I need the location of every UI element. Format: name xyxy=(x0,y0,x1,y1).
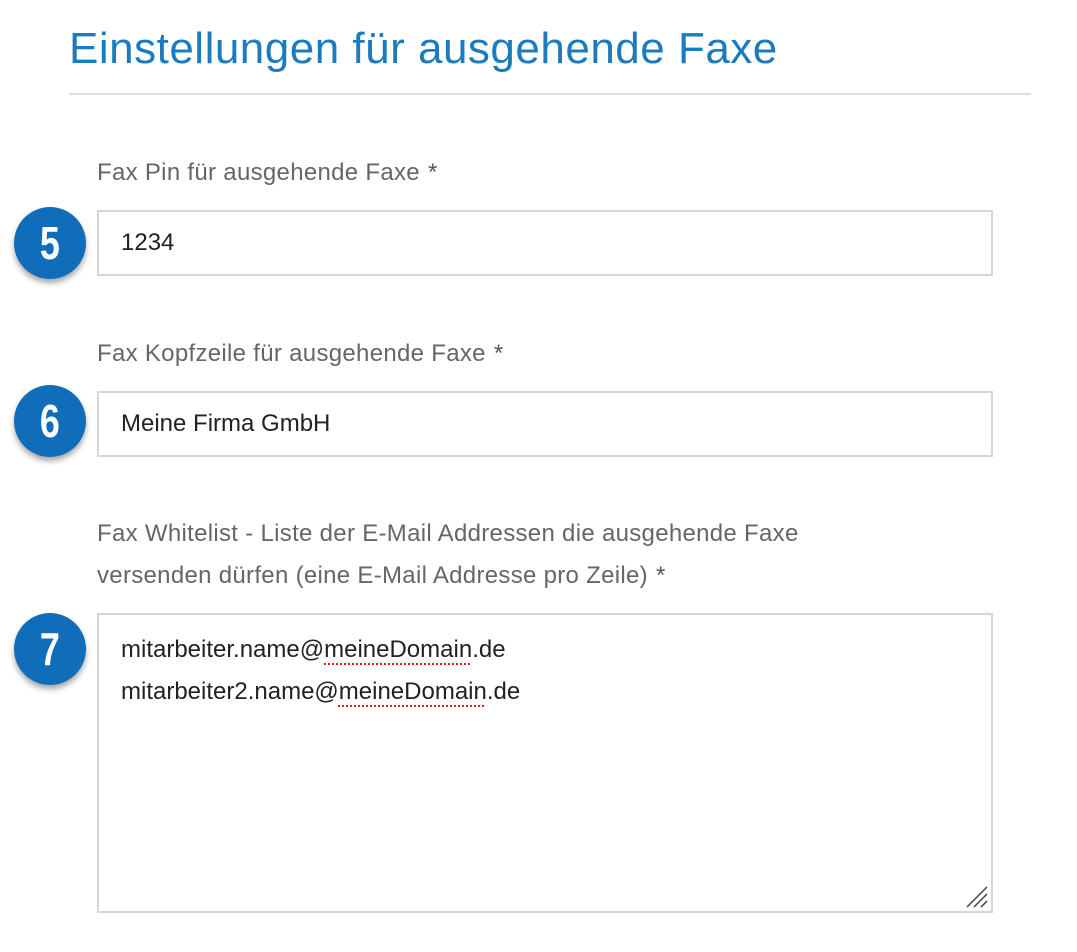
whitelist-email-line: mitarbeiter.name@meineDomain.de xyxy=(121,629,969,671)
required-marker: * xyxy=(493,340,504,367)
fax-pin-label: Fax Pin für ausgehende Faxe * xyxy=(97,152,438,194)
whitelist-email-line: mitarbeiter2.name@meineDomain.de xyxy=(121,671,969,713)
step-number: 5 xyxy=(40,217,60,269)
section-title: Einstellungen für ausgehende Faxe xyxy=(69,24,778,73)
email-tld: .de xyxy=(486,678,521,705)
step-badge-6: 6 xyxy=(14,385,86,457)
fax-pin-label-text: Fax Pin für ausgehende Faxe xyxy=(97,159,420,186)
spellcheck-flagged-word: meineDomain xyxy=(324,636,473,663)
step-badge-7: 7 xyxy=(14,613,86,685)
required-marker: * xyxy=(655,562,666,589)
step-badge-5: 5 xyxy=(14,207,86,279)
fax-whitelist-label-line1: Fax Whitelist - Liste der E-Mail Address… xyxy=(97,520,799,547)
fax-header-label-text: Fax Kopfzeile für ausgehende Faxe xyxy=(97,340,486,367)
email-tld: .de xyxy=(472,636,506,663)
required-marker: * xyxy=(427,159,438,186)
step-number: 7 xyxy=(40,623,60,675)
fax-whitelist-label-line2: versenden dürfen (eine E-Mail Addresse p… xyxy=(97,562,648,589)
spellcheck-flagged-word: meineDomain xyxy=(338,678,487,705)
email-local-part: mitarbeiter2.name@ xyxy=(121,678,339,705)
step-number: 6 xyxy=(40,395,60,447)
fax-whitelist-label: Fax Whitelist - Liste der E-Mail Address… xyxy=(97,513,799,597)
title-divider xyxy=(69,93,1031,95)
resize-grip-icon[interactable] xyxy=(963,883,989,909)
fax-header-input[interactable] xyxy=(97,391,993,457)
email-local-part: mitarbeiter.name@ xyxy=(121,636,325,663)
fax-header-label: Fax Kopfzeile für ausgehende Faxe * xyxy=(97,333,503,375)
fax-pin-input[interactable] xyxy=(97,210,993,276)
fax-whitelist-textarea[interactable]: mitarbeiter.name@meineDomain.de mitarbei… xyxy=(97,613,993,913)
